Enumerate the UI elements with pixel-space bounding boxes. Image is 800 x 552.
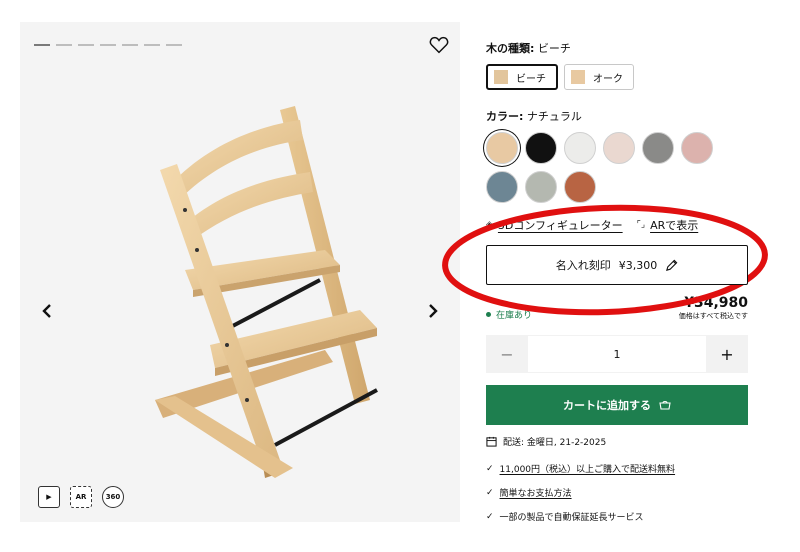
color-swatch-grey[interactable] — [642, 132, 674, 164]
chevron-left-icon — [42, 304, 51, 318]
wood-option-label: ビーチ — [516, 73, 546, 85]
quantity-increase-button[interactable]: + — [706, 335, 748, 373]
benefit-item: ✓ 簡単なお支払方法 — [486, 486, 748, 500]
wood-option-beech[interactable]: ビーチ — [486, 64, 558, 90]
configurator-link[interactable]: ◈ 3Dコンフィギュレーター — [486, 217, 623, 233]
calendar-icon — [486, 436, 497, 447]
color-label: カラー: ナチュラル — [486, 108, 748, 124]
price-box: ¥34,980 価格はすべて税込です — [679, 295, 748, 321]
stock-label: 在庫あり — [496, 311, 533, 321]
play-icon: ▶ — [46, 493, 52, 501]
color-swatch-white[interactable] — [564, 132, 596, 164]
add-to-cart-label: カートに追加する — [563, 399, 651, 412]
view-360-button[interactable]: 360 — [102, 486, 124, 508]
color-swatch-black[interactable] — [525, 132, 557, 164]
cube-icon: ◈ — [486, 220, 493, 230]
color-selected: ナチュラル — [526, 110, 582, 123]
benefit-item: ✓ 一部の製品で自動保証延長サービス — [486, 510, 748, 524]
ar-icon: ⌜⌟ — [636, 220, 646, 230]
color-swatch-light-pink[interactable] — [603, 132, 635, 164]
free-shipping-link[interactable]: 11,000円（税込）以上ご購入で配送料無料 — [500, 462, 676, 475]
previous-image-button[interactable] — [36, 300, 58, 322]
wood-type-title: 木の種類: — [486, 42, 535, 55]
stock-status: 在庫あり — [486, 308, 532, 321]
color-swatch-natural[interactable] — [486, 132, 518, 164]
in-stock-dot-icon — [486, 312, 491, 317]
color-swatch-sage[interactable] — [525, 171, 557, 203]
quantity-stepper: − 1 + — [486, 335, 748, 373]
color-swatch-blue-grey[interactable] — [486, 171, 518, 203]
engraving-label: 名入れ刻印 — [555, 259, 611, 272]
ar-view-link[interactable]: ⌜⌟ ARで表示 — [637, 217, 699, 233]
pencil-icon — [666, 259, 678, 271]
gallery-dot[interactable] — [122, 44, 138, 46]
check-icon: ✓ — [486, 487, 494, 498]
color-title: カラー: — [486, 110, 524, 123]
ar-view-button[interactable]: AR — [70, 486, 92, 508]
ar-icon: AR — [75, 493, 87, 501]
high-chair-image — [155, 106, 378, 478]
view-links: ◈ 3Dコンフィギュレーター ⌜⌟ ARで表示 — [486, 217, 748, 233]
wishlist-heart-icon[interactable] — [428, 34, 450, 56]
benefits-list: ✓ 11,000円（税込）以上ご購入で配送料無料 ✓ 簡単なお支払方法 ✓ 一部… — [486, 462, 748, 524]
configurator-link-label: 3Dコンフィギュレーター — [497, 219, 623, 232]
delivery-info: 配送: 金曜日, 21-2-2025 — [486, 435, 748, 448]
product-options-panel: 木の種類: ビーチ ビーチ オーク カラー: ナチュラル ◈ 3Dコンフィギュレ… — [486, 40, 748, 534]
gallery-dot[interactable] — [100, 44, 116, 46]
gallery-dot[interactable] — [56, 44, 72, 46]
ar-view-link-label: ARで表示 — [650, 219, 699, 232]
wood-option-oak[interactable]: オーク — [564, 64, 634, 90]
chevron-right-icon — [429, 304, 438, 318]
warranty-text: 一部の製品で自動保証延長サービス — [499, 513, 644, 523]
gallery-dot[interactable] — [166, 44, 182, 46]
delivery-label: 配送: 金曜日, 21-2-2025 — [503, 438, 607, 448]
wood-type-selected: ビーチ — [537, 42, 571, 55]
color-swatch-terracotta[interactable] — [564, 171, 596, 203]
cart-icon — [659, 400, 671, 410]
engraving-button[interactable]: 名入れ刻印 ¥3,300 — [486, 245, 748, 285]
gallery-dot[interactable] — [144, 44, 160, 46]
wood-type-options: ビーチ オーク — [486, 64, 748, 90]
payment-methods-link[interactable]: 簡単なお支払方法 — [500, 486, 572, 499]
wood-type-label: 木の種類: ビーチ — [486, 40, 748, 56]
wood-option-label: オーク — [593, 73, 623, 85]
gallery-tools: ▶ AR 360 — [38, 486, 124, 508]
next-image-button[interactable] — [422, 300, 444, 322]
beech-wood-swatch — [494, 70, 508, 84]
gallery-pagination — [34, 44, 182, 46]
gallery-dot[interactable] — [78, 44, 94, 46]
gallery-dot[interactable] — [34, 44, 50, 46]
add-to-cart-button[interactable]: カートに追加する — [486, 385, 748, 425]
video-play-button[interactable]: ▶ — [38, 486, 60, 508]
quantity-input[interactable]: 1 — [528, 335, 706, 373]
quantity-decrease-button[interactable]: − — [486, 335, 528, 373]
check-icon: ✓ — [486, 463, 494, 474]
engraving-price: ¥3,300 — [618, 258, 658, 272]
benefit-item: ✓ 11,000円（税込）以上ご購入で配送料無料 — [486, 462, 748, 476]
oak-wood-swatch — [571, 70, 585, 84]
product-image-gallery: ▶ AR 360 — [20, 22, 460, 522]
rotate-360-icon: 360 — [105, 493, 121, 501]
color-swatches — [486, 132, 726, 203]
stock-price-row: 在庫あり ¥34,980 価格はすべて税込です — [486, 295, 748, 321]
tax-note: 価格はすべて税込です — [678, 312, 748, 320]
check-icon: ✓ — [486, 511, 494, 522]
color-swatch-pink[interactable] — [681, 132, 713, 164]
price-value: ¥34,980 — [684, 295, 748, 311]
